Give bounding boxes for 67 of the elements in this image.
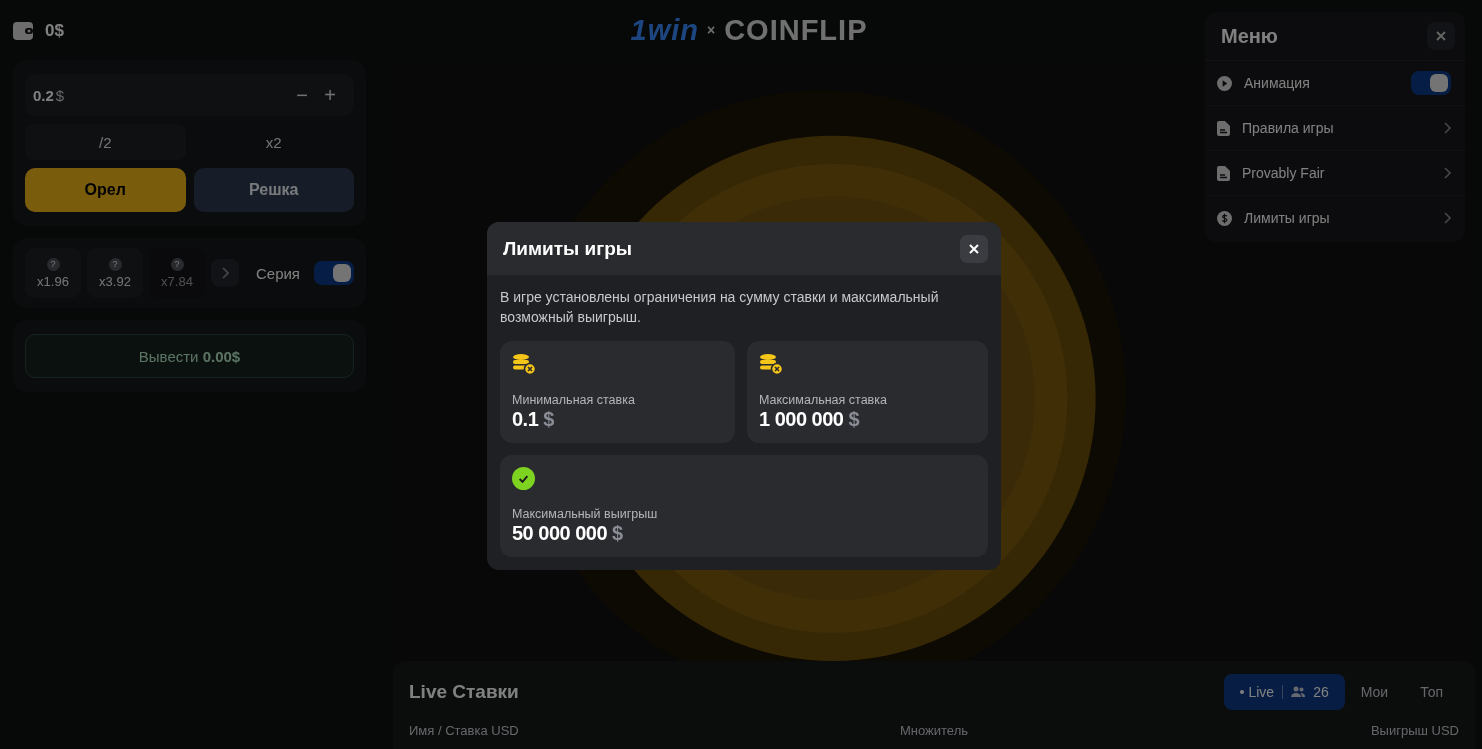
currency-symbol: $ <box>848 408 860 431</box>
limit-value: 0.1 <box>512 408 539 431</box>
menu-item-label: Лимиты игры <box>1244 210 1330 226</box>
currency-symbol: $ <box>543 408 554 431</box>
increase-button[interactable]: + <box>316 82 344 108</box>
currency-symbol: $ <box>612 522 623 545</box>
animation-toggle[interactable] <box>1411 71 1451 95</box>
menu-item-label: Правила игры <box>1242 120 1334 136</box>
balance-amount: 0$ <box>45 21 64 41</box>
menu-item[interactable]: Анимация <box>1205 61 1465 106</box>
step-multiplier: x3.92 <box>99 273 131 289</box>
limit-label: Максимальная ставка <box>759 393 888 407</box>
column-header: Выигрыш USD <box>1370 723 1459 738</box>
step-multiplier: x7.84 <box>161 273 193 289</box>
chevron-icon <box>1444 167 1451 179</box>
question-mark: ? <box>108 257 122 271</box>
menu-item[interactable]: Правила игры <box>1205 106 1465 151</box>
question-mark: ? <box>170 257 184 271</box>
limit-label: Минимальная ставка <box>512 393 636 407</box>
menu-item-label: Provably Fair <box>1242 165 1325 181</box>
cashout-button[interactable]: Вывести 0.00$ <box>25 334 354 378</box>
close-icon <box>1436 31 1446 41</box>
step-multiplier: x1.96 <box>37 273 69 289</box>
dollar-icon <box>1217 210 1232 226</box>
bets-tab[interactable]: Топ <box>1404 674 1459 710</box>
chevron-icon <box>221 267 229 279</box>
chevron-icon <box>1444 212 1451 224</box>
check-icon <box>512 467 535 490</box>
coin-side-button[interactable]: Орел <box>25 168 186 212</box>
column-header: Множитель <box>900 723 968 738</box>
document-icon <box>1217 165 1230 181</box>
column-header: Имя / Ставка USD <box>409 723 519 738</box>
bet-amount-field[interactable]: 0.2$ − + <box>25 74 354 116</box>
currency-symbol: $ <box>55 86 65 104</box>
limit-value: 1 000 000 <box>759 408 844 431</box>
close-button[interactable] <box>960 234 988 263</box>
menu-item-label: Анимация <box>1244 75 1310 91</box>
dialog-title: Лимиты игры <box>503 237 632 260</box>
dialog-description: В игре установлены ограничения на сумму ставки и максимальный возможный выигрыш. <box>500 288 940 327</box>
chevron-icon <box>1444 122 1451 134</box>
users-icon <box>1291 686 1306 698</box>
close-icon <box>969 243 979 254</box>
coins-icon <box>512 353 536 375</box>
series-step[interactable]: ? x1.96 <box>25 248 81 298</box>
panel-title: Live Ставки <box>409 681 520 703</box>
game-logo: 1win × COINFLIP <box>630 13 868 47</box>
series-label: Серия <box>255 264 300 282</box>
play-icon <box>1217 75 1232 91</box>
quick-bet-button[interactable]: x2 <box>193 124 354 160</box>
question-mark: ? <box>46 257 60 271</box>
limit-value: 50 000 000 <box>512 522 608 545</box>
coins-icon <box>759 353 783 375</box>
live-dot-icon <box>1240 690 1245 694</box>
bets-tab[interactable]: Мои <box>1344 674 1405 710</box>
series-toggle[interactable] <box>314 261 354 285</box>
menu-title: Меню <box>1221 24 1278 48</box>
limit-label: Максимальный выигрыш <box>512 507 659 521</box>
bet-amount: 0.2 <box>33 86 54 104</box>
document-icon <box>1217 120 1230 136</box>
series-step[interactable]: ? x3.92 <box>87 248 143 298</box>
menu-item[interactable]: Provably Fair <box>1205 151 1465 196</box>
bets-tab[interactable]: Live 26 <box>1224 674 1345 710</box>
wallet-icon <box>13 22 33 40</box>
decrease-button[interactable]: − <box>288 82 316 108</box>
quick-bet-button[interactable]: /2 <box>25 124 186 160</box>
coin-side-button[interactable]: Решка <box>193 168 354 212</box>
menu-item[interactable]: Лимиты игры <box>1205 196 1465 240</box>
